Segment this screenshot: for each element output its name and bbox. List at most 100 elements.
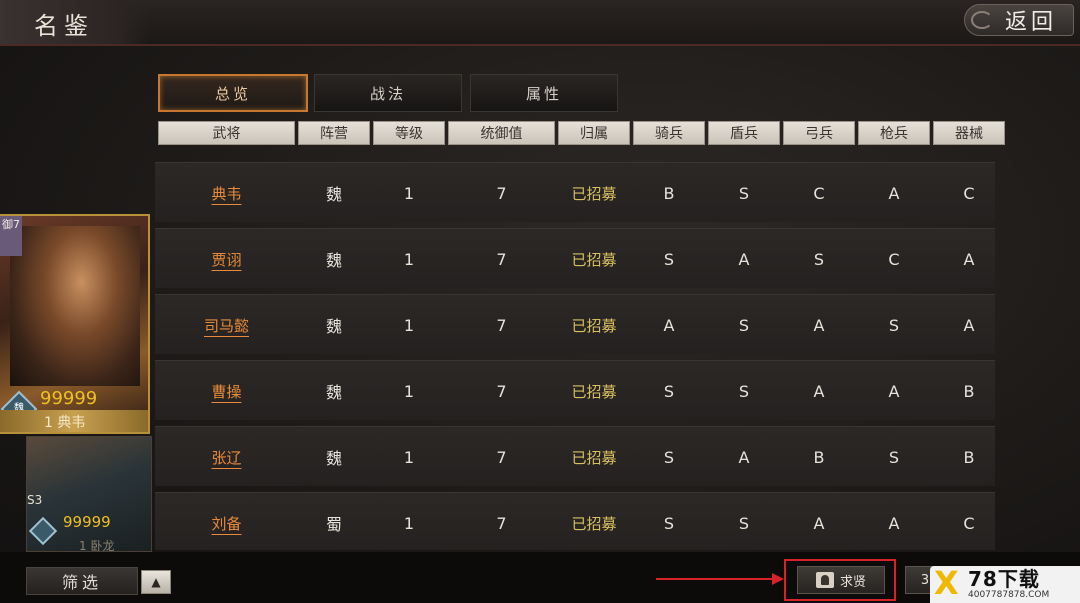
status-cell: 已招募 <box>571 250 617 269</box>
faction-cell: 魏 <box>325 185 342 204</box>
table-row[interactable]: 曹操 魏 1 7 已招募 S S A A B <box>155 360 995 420</box>
table-row[interactable]: 张辽 魏 1 7 已招募 S A B S B <box>155 426 995 486</box>
faction-badge-icon <box>28 516 58 546</box>
column-header-spear[interactable]: 枪兵 <box>858 121 930 145</box>
card-name: 1 典韦 <box>44 415 86 431</box>
archer-cell: S <box>813 249 825 269</box>
tab-tactics[interactable]: 战法 <box>314 74 462 112</box>
star-rating-icon: 99999 <box>63 513 111 531</box>
tab-label: 总览 <box>214 84 251 103</box>
column-header-shield[interactable]: 盾兵 <box>708 121 780 145</box>
level-cell: 1 <box>403 249 415 269</box>
faction-cell: 蜀 <box>325 515 342 534</box>
status-cell: 已招募 <box>571 448 617 467</box>
cavalry-cell: S <box>663 513 675 533</box>
faction-cell: 魏 <box>325 449 342 468</box>
command-cell: 7 <box>496 381 507 401</box>
general-name[interactable]: 张辽 <box>158 427 295 487</box>
column-header-siege[interactable]: 器械 <box>933 121 1005 145</box>
annotation-arrow-head-icon <box>772 573 784 585</box>
person-icon <box>815 572 834 588</box>
table-row[interactable]: 典韦 魏 1 7 已招募 B S C A C <box>155 162 995 222</box>
back-button[interactable]: 返回 <box>964 4 1074 36</box>
siege-cell: A <box>963 315 975 335</box>
watermark: X 78下载 4007787878.COM <box>930 566 1080 603</box>
seek-label: 求贤 <box>839 574 866 590</box>
title-plate: 名鉴 <box>0 0 150 44</box>
table-row[interactable]: 刘备 蜀 1 7 已招募 S S A A C <box>155 492 995 550</box>
watermark-logo-icon: X <box>934 564 959 602</box>
general-name[interactable]: 刘备 <box>158 493 295 550</box>
siege-cell: B <box>963 447 975 467</box>
general-name[interactable]: 贾诩 <box>158 229 295 289</box>
back-label: 返回 <box>1004 10 1057 35</box>
shield-cell: S <box>738 381 750 401</box>
game-screen: 名鉴 返回 总览 战法 属性 武将 阵营 等级 统御值 归属 骑兵 盾兵 弓兵 … <box>0 0 1080 603</box>
general-name[interactable]: 曹操 <box>158 361 295 421</box>
command-cell: 7 <box>496 249 507 269</box>
cavalry-cell: S <box>663 381 675 401</box>
top-bar: 名鉴 返回 <box>0 0 1080 46</box>
siege-cell: A <box>963 249 975 269</box>
seek-talent-button[interactable]: 求贤 <box>797 566 885 594</box>
archer-cell: A <box>813 381 825 401</box>
spear-cell: S <box>888 447 900 467</box>
general-name[interactable]: 典韦 <box>158 163 295 223</box>
column-header-archer[interactable]: 弓兵 <box>783 121 855 145</box>
filter-button[interactable]: 筛选 <box>26 567 138 595</box>
command-cell: 7 <box>496 447 507 467</box>
archer-cell: A <box>813 513 825 533</box>
general-table: 典韦 魏 1 7 已招募 B S C A C 贾诩 魏 1 7 已招募 S A … <box>155 150 995 550</box>
general-card-dianwei[interactable]: 御7 魏 99999 1 典韦 <box>0 214 150 434</box>
page-title: 名鉴 <box>34 12 94 40</box>
table-row[interactable]: 司马懿 魏 1 7 已招募 A S A S A <box>155 294 995 354</box>
column-header-command[interactable]: 统御值 <box>448 121 555 145</box>
cavalry-cell: S <box>663 249 675 269</box>
faction-cell: 魏 <box>325 317 342 336</box>
general-portrait <box>10 226 140 386</box>
faction-cell: 魏 <box>325 251 342 270</box>
watermark-sub: 4007787878.COM <box>968 590 1050 600</box>
table-row[interactable]: 贾诩 魏 1 7 已招募 S A S C A <box>155 228 995 288</box>
siege-cell: C <box>963 183 975 203</box>
status-cell: 已招募 <box>571 184 617 203</box>
column-header-cavalry[interactable]: 骑兵 <box>633 121 705 145</box>
cavalry-cell: A <box>663 315 675 335</box>
tab-overview[interactable]: 总览 <box>158 74 308 112</box>
shield-cell: S <box>738 513 750 533</box>
spear-cell: C <box>888 249 900 269</box>
archer-cell: C <box>813 183 825 203</box>
spear-cell: A <box>888 381 900 401</box>
spear-cell: S <box>888 315 900 335</box>
spear-cell: A <box>888 513 900 533</box>
swirl-icon <box>971 11 993 29</box>
status-cell: 已招募 <box>571 316 617 335</box>
faction-cell: 魏 <box>325 383 342 402</box>
level-cell: 1 <box>403 183 415 203</box>
column-header-faction[interactable]: 阵营 <box>298 121 370 145</box>
general-name[interactable]: 司马懿 <box>158 295 295 355</box>
shield-cell: S <box>738 315 750 335</box>
archer-cell: B <box>813 447 825 467</box>
status-cell: 已招募 <box>571 514 617 533</box>
column-header-status[interactable]: 归属 <box>558 121 630 145</box>
siege-cell: B <box>963 381 975 401</box>
command-cell: 7 <box>496 315 507 335</box>
column-header-level[interactable]: 等级 <box>373 121 445 145</box>
shield-cell: S <box>738 183 750 203</box>
watermark-main: 78下载 <box>968 567 1040 591</box>
general-card-second[interactable]: S3 99999 1 卧龙 <box>26 436 152 553</box>
level-cell: 1 <box>403 513 415 533</box>
tab-attributes[interactable]: 属性 <box>470 74 618 112</box>
card-name-band: 1 典韦 <box>0 410 148 432</box>
up-arrow-button[interactable]: ▲ <box>141 570 171 594</box>
level-cell: 1 <box>403 381 415 401</box>
command-cell: 7 <box>496 513 507 533</box>
shield-cell: A <box>738 447 750 467</box>
command-crest: 御7 <box>0 216 22 256</box>
column-header-general[interactable]: 武将 <box>158 121 295 145</box>
cavalry-cell: S <box>663 447 675 467</box>
status-cell: 已招募 <box>571 382 617 401</box>
annotation-arrow-line <box>656 578 776 580</box>
spear-cell: A <box>888 183 900 203</box>
